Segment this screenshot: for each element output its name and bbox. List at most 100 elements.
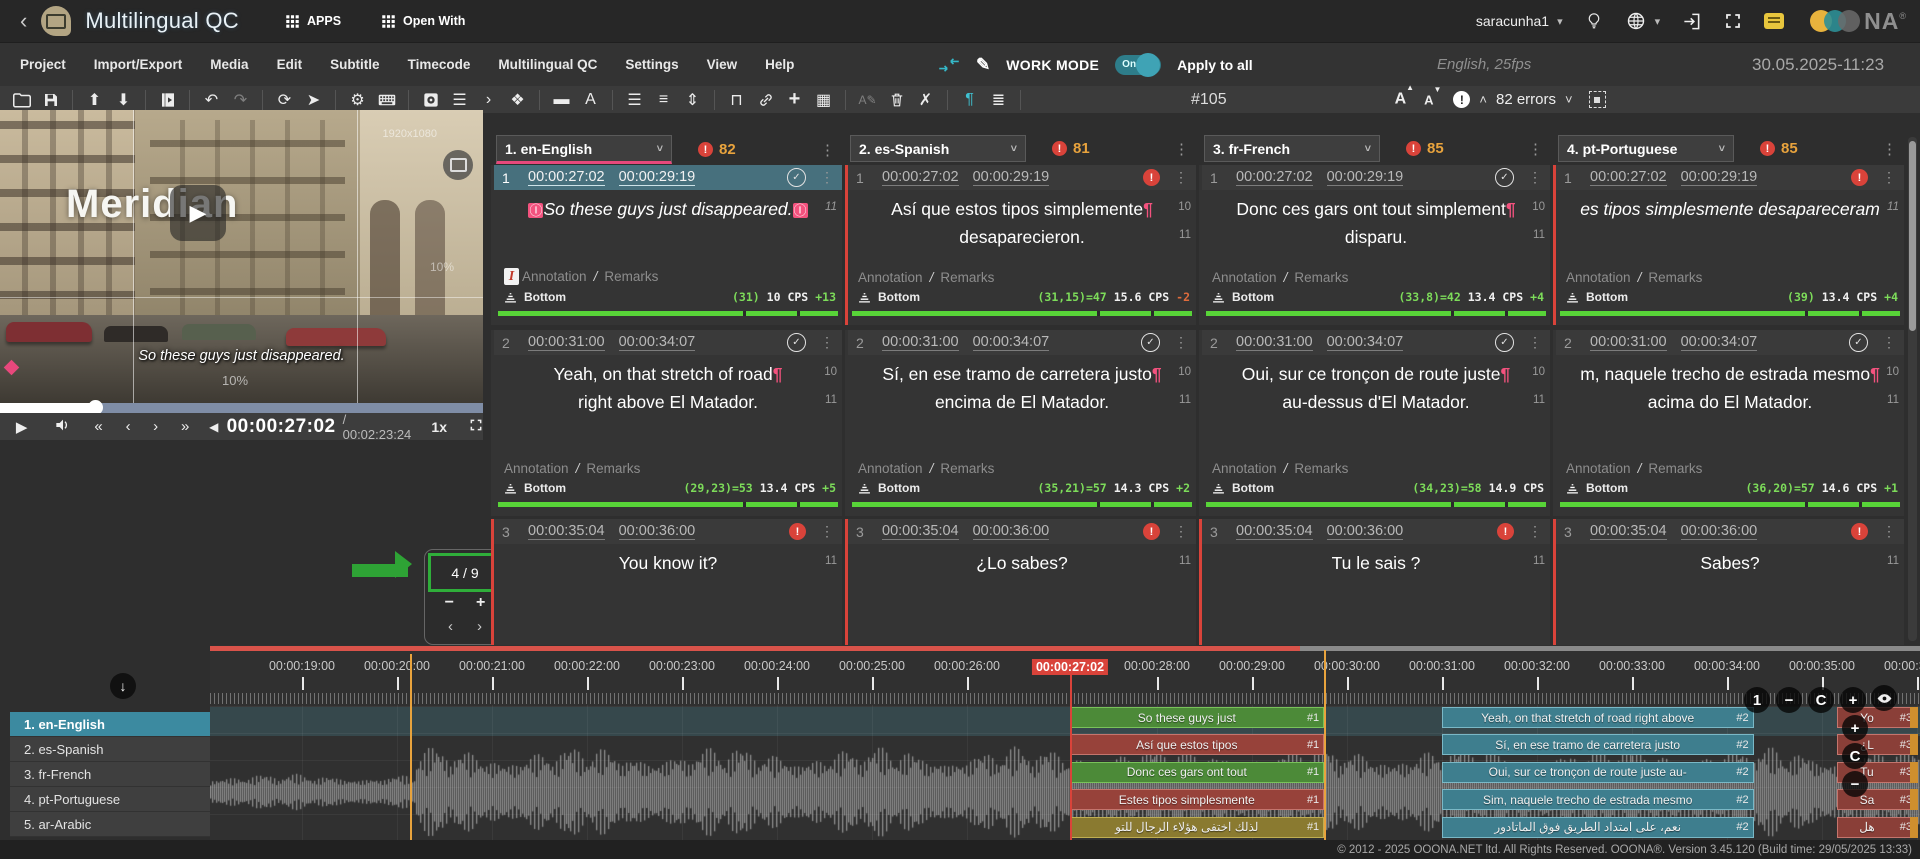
open-with-button[interactable]: Open With bbox=[381, 14, 465, 29]
timeline-track-5[interactable]: 5. ar-Arabic bbox=[10, 812, 210, 837]
column-menu-icon[interactable]: ⋮ bbox=[1528, 140, 1544, 158]
column-menu-icon[interactable]: ⋮ bbox=[1174, 140, 1190, 158]
error-circle-icon[interactable]: ! bbox=[1851, 169, 1868, 186]
box-fill-icon[interactable]: ▬ bbox=[547, 89, 576, 111]
timecode-out[interactable]: 00:00:36:00 bbox=[1681, 523, 1758, 540]
subtitle-cell[interactable]: 200:00:31:0000:00:34:07✓⋮Yeah, on that s… bbox=[491, 330, 842, 516]
merge-icon[interactable]: ⊓ bbox=[722, 89, 751, 111]
timecode-in[interactable]: 00:00:31:00 bbox=[528, 334, 605, 351]
columns-scrollbar[interactable] bbox=[1908, 137, 1917, 641]
remarks-tab[interactable]: Remarks bbox=[1648, 461, 1702, 476]
check-circle-icon[interactable]: ✓ bbox=[787, 333, 806, 352]
layers-icon[interactable]: ❖ bbox=[503, 89, 532, 111]
open-project-icon[interactable] bbox=[7, 89, 36, 111]
subtitle-cell[interactable]: 300:00:35:0400:00:36:00!⋮¿Lo sabes?11 bbox=[845, 519, 1196, 645]
annotation-tab[interactable]: Annotation bbox=[504, 461, 569, 476]
theme-bulb-icon[interactable] bbox=[1583, 10, 1605, 32]
annotation-tab[interactable]: Annotation bbox=[858, 270, 923, 285]
timecode-in[interactable]: 00:00:31:00 bbox=[1236, 334, 1313, 351]
cell-menu-icon[interactable]: ⋮ bbox=[1174, 169, 1188, 186]
timecode-in[interactable]: 00:00:35:04 bbox=[1590, 523, 1667, 540]
check-circle-icon[interactable]: ✓ bbox=[1495, 168, 1514, 187]
error-circle-icon[interactable]: ! bbox=[1143, 523, 1160, 540]
subtitle-text[interactable]: Sí, en ese tramo de carretera justo¶10en… bbox=[848, 355, 1196, 416]
language-select[interactable]: 4. pt-Portuguese˅ bbox=[1558, 135, 1734, 162]
remarks-tab[interactable]: Remarks bbox=[1294, 461, 1348, 476]
subtitle-block[interactable]: Yeah, on that stretch of road right abov… bbox=[1442, 707, 1754, 728]
language-select[interactable]: 1. en-English˅ bbox=[496, 135, 672, 164]
redo-icon[interactable]: ↷ bbox=[226, 89, 255, 111]
subtitle-block[interactable]: So these guys just#1 bbox=[1070, 707, 1325, 728]
edit-pencil-icon[interactable]: ✎ bbox=[976, 55, 990, 75]
side-reset-button[interactable]: C bbox=[1842, 743, 1868, 769]
error-circle-icon[interactable]: ! bbox=[1851, 523, 1868, 540]
vertical-align-icon[interactable]: ⇕ bbox=[678, 89, 707, 111]
zoom-in-button[interactable]: + bbox=[1840, 687, 1866, 713]
subtitle-text[interactable]: ¿Lo sabes?11 bbox=[848, 544, 1196, 577]
rows-icon[interactable]: ☰ bbox=[445, 89, 474, 111]
subtitle-block[interactable]: لذلك اختفى هؤلاء الرجال للتو#1 bbox=[1070, 817, 1325, 838]
check-circle-icon[interactable]: ✓ bbox=[787, 168, 806, 187]
timecode-in[interactable]: 00:00:31:00 bbox=[882, 334, 959, 351]
subtitle-text[interactable]: m, naquele trecho de estrada mesmo¶10aci… bbox=[1556, 355, 1904, 416]
save-project-icon[interactable] bbox=[36, 89, 65, 111]
work-mode-toggle[interactable]: On bbox=[1115, 55, 1161, 75]
subtitle-cell[interactable]: 300:00:35:0400:00:36:00!⋮Sabes?11 bbox=[1553, 519, 1904, 645]
error-circle-icon[interactable]: ! bbox=[789, 523, 806, 540]
menu-edit[interactable]: Edit bbox=[263, 57, 317, 72]
error-circle-icon[interactable]: ! bbox=[1497, 523, 1514, 540]
cell-menu-icon[interactable]: ⋮ bbox=[1528, 169, 1542, 186]
column-error-badge[interactable]: !81 bbox=[1052, 140, 1090, 157]
cell-menu-icon[interactable]: ⋮ bbox=[1882, 169, 1896, 186]
timecode-in[interactable]: 00:00:27:02 bbox=[1236, 169, 1313, 186]
undo-icon[interactable]: ↶ bbox=[197, 89, 226, 111]
subtitle-block[interactable]: Oui, sur ce tronçon de route juste au-#2 bbox=[1442, 762, 1754, 783]
subtitle-text[interactable]: es tipos simplesmente desapareceram11 bbox=[1556, 190, 1904, 223]
timeline-content[interactable]: 00:00:19:0000:00:20:0000:00:21:0000:00:2… bbox=[210, 645, 1920, 840]
font-style-icon[interactable]: A bbox=[576, 89, 605, 111]
subtitle-block[interactable]: Así que estos tipos#1 bbox=[1070, 734, 1325, 755]
timeline-track-2[interactable]: 2. es-Spanish bbox=[10, 737, 210, 762]
video-import-icon[interactable] bbox=[153, 89, 182, 111]
selection-mode-icon[interactable] bbox=[1589, 91, 1606, 108]
remarks-tab[interactable]: Remarks bbox=[604, 269, 658, 284]
subtitle-cell[interactable]: 300:00:35:0400:00:36:00!⋮You know it?11 bbox=[491, 519, 842, 645]
timecode-out[interactable]: 00:00:34:07 bbox=[1327, 334, 1404, 351]
cell-menu-icon[interactable]: ⋮ bbox=[1174, 523, 1188, 540]
timecode-out[interactable]: 00:00:34:07 bbox=[973, 334, 1050, 351]
timecode-in[interactable]: 00:00:35:04 bbox=[882, 523, 959, 540]
menu-settings[interactable]: Settings bbox=[611, 57, 692, 72]
back-icon[interactable]: ‹ bbox=[20, 8, 27, 34]
next-frame-button[interactable]: › bbox=[142, 418, 170, 435]
subtitle-cell[interactable]: 100:00:27:0200:00:29:19!⋮Así que estos t… bbox=[845, 165, 1196, 325]
subtitle-text[interactable]: Sabes?11 bbox=[1556, 544, 1904, 577]
timecode-in[interactable]: 00:00:35:04 bbox=[528, 523, 605, 540]
timecode-out[interactable]: 00:00:34:07 bbox=[1681, 334, 1758, 351]
tracks-count-button[interactable]: 1 bbox=[1744, 687, 1770, 713]
position-label[interactable]: Bottom bbox=[524, 290, 566, 304]
check-circle-icon[interactable]: ✓ bbox=[1495, 333, 1514, 352]
video-play-overlay-button[interactable]: ▶ bbox=[170, 185, 226, 241]
import-icon[interactable]: ⬆ bbox=[80, 89, 109, 111]
counter-next-button[interactable]: › bbox=[477, 618, 482, 635]
position-label[interactable]: Bottom bbox=[1232, 481, 1274, 495]
subtitle-cell[interactable]: 100:00:27:0200:00:29:19✓⋮Donc ces gars o… bbox=[1199, 165, 1550, 325]
subtitle-text[interactable]: Yeah, on that stretch of road¶10right ab… bbox=[494, 355, 842, 416]
annotation-tab[interactable]: Annotation bbox=[1566, 461, 1631, 476]
column-menu-icon[interactable]: ⋮ bbox=[820, 141, 836, 159]
submit-icon[interactable]: ➤ bbox=[299, 89, 328, 111]
playhead-line[interactable] bbox=[1070, 673, 1072, 840]
pip-icon[interactable] bbox=[443, 150, 473, 180]
position-label[interactable]: Bottom bbox=[878, 481, 920, 495]
video-fullscreen-icon[interactable] bbox=[469, 418, 483, 436]
subtitle-text[interactable]: ⒾSo these guys just disappeared.Ⓘ11 bbox=[494, 190, 842, 225]
subtitle-text[interactable]: Tu le sais ?11 bbox=[1202, 544, 1550, 577]
timeline-track-3[interactable]: 3. fr-French bbox=[10, 762, 210, 787]
check-circle-icon[interactable]: ✓ bbox=[1141, 333, 1160, 352]
column-error-badge[interactable]: !85 bbox=[1760, 140, 1798, 157]
delete-icon[interactable] bbox=[882, 89, 911, 111]
menu-import-export[interactable]: Import/Export bbox=[80, 57, 197, 72]
timeline-collapse-icon[interactable]: ↓ bbox=[110, 673, 136, 699]
timecode-out[interactable]: 00:00:29:19 bbox=[1327, 169, 1404, 186]
settings-gear-icon[interactable]: ⚙ bbox=[343, 89, 372, 111]
